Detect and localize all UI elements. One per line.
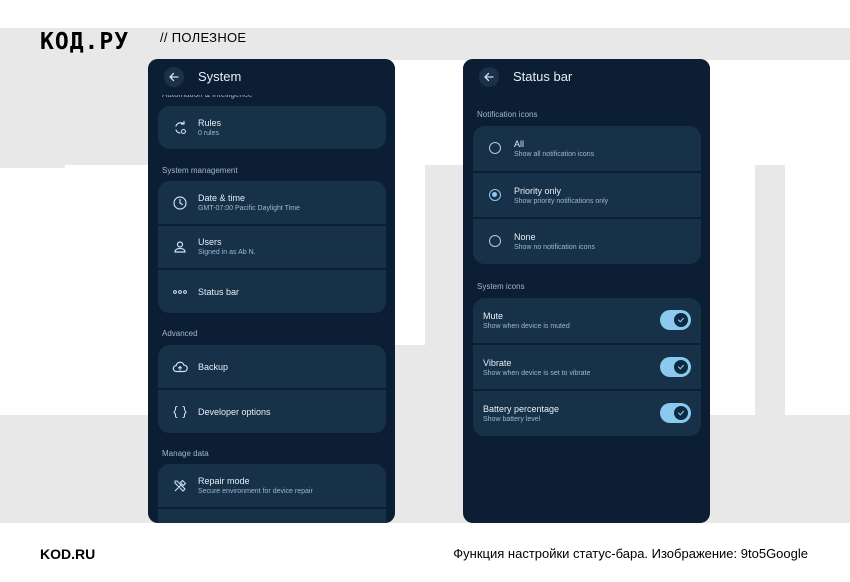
phone-system-screen: Automation & intelligence System Rules 0… [148,59,395,523]
section-label-system-management: System management [162,166,238,175]
person-icon [174,241,186,253]
footer-brand[interactable]: KOD.RU [40,546,95,562]
users-title: Users [198,237,222,247]
toggle-subtitle: Show when device is muted [483,323,570,330]
back-button[interactable] [479,67,499,87]
radio-button-checked[interactable] [489,189,501,201]
radio-option-all[interactable]: All Show all notification icons [473,126,701,171]
option-subtitle: Show no notification icons [514,244,595,251]
settings-item-status-bar[interactable]: Status bar [158,270,386,313]
rules-card: Rules 0 rules [158,106,386,149]
section-label-notification-icons: Notification icons [477,110,538,119]
radio-button-unchecked[interactable] [489,142,501,154]
clock-icon [173,196,187,210]
switch-knob [674,406,688,420]
rules-icon [175,120,187,135]
settings-item-users[interactable]: Users Signed in as Ab N. [158,226,386,268]
system-icons-card: Mute Show when device is muted Vibrate S… [473,298,701,436]
mute-switch[interactable] [660,310,691,330]
toggle-subtitle: Show when device is set to vibrate [483,370,591,377]
status-bar-title: Status bar [198,287,240,297]
toggle-row-battery-percentage[interactable]: Battery percentage Show battery level [473,391,701,436]
arrow-back-icon [169,72,179,82]
toggle-row-vibrate[interactable]: Vibrate Show when device is set to vibra… [473,345,701,389]
settings-item-backup[interactable]: Backup [158,345,386,388]
radio-option-none[interactable]: None Show no notification icons [473,219,701,264]
toggle-subtitle: Show battery level [483,416,541,423]
users-subtitle: Signed in as Ab N. [198,249,256,256]
developer-options-title: Developer options [198,407,271,417]
section-label-manage-data: Manage data [162,449,209,458]
repair-mode-subtitle: Secure environment for device repair [198,488,313,495]
switch-knob [674,313,688,327]
top-app-bar: System [148,59,395,95]
settings-item-repair-mode[interactable]: Repair mode Secure environment for devic… [158,464,386,507]
battery-percentage-switch[interactable] [660,403,691,423]
settings-item-rules[interactable]: Rules 0 rules [158,106,386,149]
divider [158,507,386,509]
radio-button-unchecked[interactable] [489,235,501,247]
top-app-bar: Status bar [463,59,710,95]
repair-mode-title: Repair mode [198,476,250,486]
switch-knob [674,360,688,374]
screen-title: System [198,69,242,84]
toggle-title: Mute [483,311,504,321]
back-button[interactable] [164,67,184,87]
cloud-upload-icon [172,361,188,373]
section-tagline[interactable]: // ПОЛЕЗНОЕ [160,30,246,45]
toggle-title: Battery percentage [483,404,560,414]
background-gap-1 [65,165,150,415]
tools-icon [174,479,187,492]
option-subtitle: Show all notification icons [514,151,595,158]
backup-title: Backup [198,362,229,372]
screen-title: Status bar [513,69,573,84]
advanced-card: Backup Developer options [158,345,386,433]
option-title: All [514,139,525,149]
date-time-subtitle: GMT-07:00 Pacific Daylight Time [198,205,300,212]
system-management-card: Date & time GMT-07:00 Pacific Daylight T… [158,181,386,313]
background-band-bottom [0,415,850,523]
check-icon [677,364,685,370]
rules-title: Rules [198,118,222,128]
section-label-advanced: Advanced [162,329,198,338]
rules-subtitle: 0 rules [198,130,220,137]
arrow-back-icon [484,72,494,82]
background-gap-2 [395,165,425,345]
section-label-system-icons: System icons [477,282,525,291]
radio-option-priority-only[interactable]: Priority only Show priority notification… [473,173,701,217]
code-braces-icon [173,405,187,419]
more-horiz-icon [173,290,187,294]
option-title: Priority only [514,186,562,196]
background-gap-3 [710,165,755,415]
check-icon [677,410,685,416]
phone-status-bar-screen: Status bar Notification icons All Show a… [463,59,710,523]
settings-item-date-time[interactable]: Date & time GMT-07:00 Pacific Daylight T… [158,181,386,224]
notification-icons-card: All Show all notification icons Priority… [473,126,701,264]
site-logo[interactable]: КОД.РУ [40,29,129,55]
settings-item-developer-options[interactable]: Developer options [158,390,386,433]
date-time-title: Date & time [198,193,246,203]
option-subtitle: Show priority notifications only [514,198,609,205]
toggle-row-mute[interactable]: Mute Show when device is muted [473,298,701,343]
vibrate-switch[interactable] [660,357,691,377]
manage-data-card: Repair mode Secure environment for devic… [158,464,386,523]
toggle-title: Vibrate [483,358,512,368]
option-title: None [514,232,536,242]
image-caption: Функция настройки статус-бара. Изображен… [453,546,808,561]
check-icon [677,317,685,323]
